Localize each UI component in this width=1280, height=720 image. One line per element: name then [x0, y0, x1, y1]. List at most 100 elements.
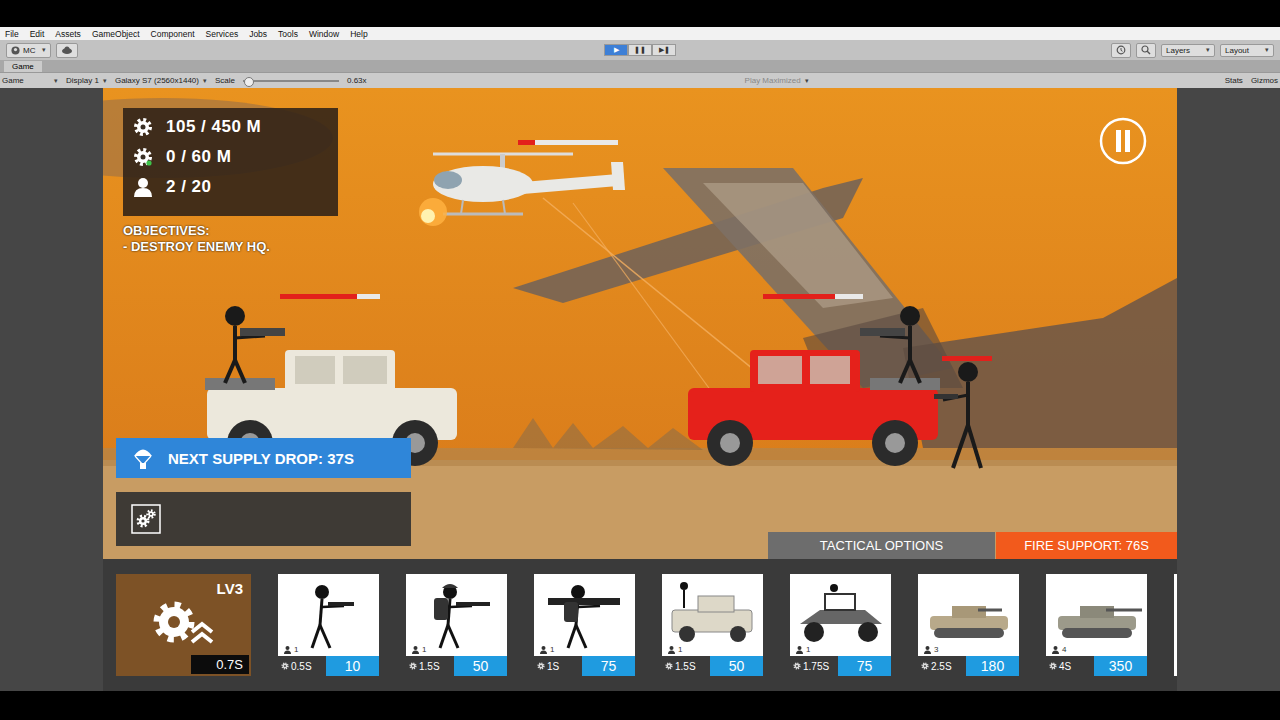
health-fill — [280, 294, 357, 299]
gizmos-toggle[interactable]: Gizmos — [1251, 76, 1278, 85]
menu-item[interactable]: Help — [350, 29, 367, 39]
unit-card[interactable]: 1 1.5S50 — [662, 574, 763, 676]
letterbox-bottom — [0, 691, 1280, 720]
account-dropdown[interactable]: MC▾ — [6, 43, 51, 58]
resolution-dropdown[interactable]: Galaxy S7 (2560x1440)▾ — [115, 76, 207, 85]
game-tab[interactable]: Game — [4, 61, 42, 72]
cloud-button[interactable] — [56, 43, 78, 58]
fire-support-button[interactable]: FIRE SUPPORT: 76S — [996, 532, 1177, 559]
soldier-unit — [933, 350, 1003, 475]
unit-build-time: 1.5S — [406, 656, 454, 676]
menu-item[interactable]: Tools — [278, 29, 298, 39]
display-dropdown[interactable]: Display 1▾ — [66, 76, 107, 85]
objectives: OBJECTIVES:- DESTROY ENEMY HQ. — [123, 223, 270, 255]
history-icon — [1116, 45, 1126, 55]
menu-item[interactable]: File — [5, 29, 19, 39]
unit-population: 4 — [1052, 645, 1066, 654]
unit-population: 1 — [668, 645, 682, 654]
scale-slider[interactable] — [243, 80, 339, 82]
unit-cost: 75 — [582, 656, 635, 676]
unit-population: 1 — [412, 645, 426, 654]
gear-icon — [133, 117, 153, 137]
heavy-icon — [406, 580, 507, 650]
unit-build-time: 1S — [534, 656, 582, 676]
unit-card[interactable]: 1 1S75 — [534, 574, 635, 676]
unit-cost: 75 — [838, 656, 891, 676]
search-button[interactable] — [1136, 43, 1156, 58]
unit-cost-strip: 0.5S10 — [278, 656, 379, 676]
person-icon — [1052, 646, 1059, 654]
toolbar: MC▾ ▶❚❚▶❚ Layers▾ Layout▾ — [0, 40, 1280, 60]
menu-item[interactable]: Jobs — [249, 29, 267, 39]
history-button[interactable] — [1111, 43, 1131, 58]
tab-row: Game — [0, 60, 1280, 72]
game-view-area: 105 / 450 M0 / 60 M2 / 20 OBJECTIVES:- DE… — [0, 88, 1280, 691]
unit-cost-strip: 1.75S75 — [790, 656, 891, 676]
jeep-icon — [670, 288, 950, 468]
search-icon — [1141, 45, 1151, 55]
pause-button[interactable] — [1099, 117, 1147, 169]
unit-population: 1 — [796, 645, 810, 654]
menu-item[interactable]: Assets — [55, 29, 81, 39]
health-fill — [942, 356, 992, 361]
person-icon — [668, 646, 675, 654]
unit-cost-strip: 4S350 — [1046, 656, 1147, 676]
unit-cost: 10 — [326, 656, 379, 676]
unit-card[interactable]: 1 1.5S50 — [406, 574, 507, 676]
unit-card[interactable]: 4 4S350 — [1046, 574, 1147, 676]
person-icon — [540, 646, 547, 654]
game-toolbar: Game▾Display 1▾Galaxy S7 (2560x1440)▾Sca… — [0, 72, 1280, 88]
menu-item[interactable]: GameObject — [92, 29, 140, 39]
pillarbox-left — [0, 88, 103, 691]
play-maximized-toggle[interactable]: Play Maximized▾ — [745, 76, 809, 85]
gear-icon — [665, 662, 673, 670]
unit-cost: 50 — [454, 656, 507, 676]
letterbox-top — [0, 0, 1280, 27]
unit-card[interactable]: 1 1.75S75 — [790, 574, 891, 676]
upgrade-card[interactable]: LV3 0.7S — [116, 574, 251, 676]
objective-item: - DESTROY ENEMY HQ. — [123, 239, 270, 255]
unit-cost-strip: 1S75 — [534, 656, 635, 676]
stats-toggle[interactable]: Stats — [1225, 76, 1243, 85]
unit-build-time: 2.5S — [918, 656, 966, 676]
pillarbox-right — [1177, 88, 1280, 691]
gear-icon — [133, 147, 153, 167]
ability-slot[interactable] — [116, 492, 411, 546]
unit-card[interactable]: 3 2.5S180 — [918, 574, 1019, 676]
play-control-button[interactable]: ▶❚ — [652, 44, 676, 56]
battlefield: 105 / 450 M0 / 60 M2 / 20 OBJECTIVES:- DE… — [103, 88, 1177, 559]
gear-icon — [281, 662, 289, 670]
soldier-icon — [933, 350, 1003, 475]
menu-item[interactable]: Component — [151, 29, 195, 39]
gear-icon — [1049, 662, 1057, 670]
upgrade-level: LV3 — [217, 580, 243, 597]
pause-icon — [1099, 117, 1147, 165]
layout-dropdown[interactable]: Layout▾ — [1220, 44, 1274, 57]
gear-icon — [537, 662, 545, 670]
unit-bar: LV30.7S1 0.5S101 1.5S501 1S751 1.5S501 1… — [103, 559, 1177, 691]
unit-card[interactable]: 1 0.5S10 — [278, 574, 379, 676]
play-controls: ▶❚❚▶❚ — [604, 44, 676, 56]
unit-cost: 50 — [710, 656, 763, 676]
menu-item[interactable]: Edit — [30, 29, 45, 39]
menu-item[interactable]: Window — [309, 29, 339, 39]
tank-icon — [1046, 580, 1147, 650]
view-dropdown[interactable]: Game▾ — [2, 76, 58, 85]
scale-knob[interactable] — [244, 77, 254, 87]
menu-item[interactable]: Services — [206, 29, 239, 39]
account-icon — [11, 46, 20, 55]
layers-dropdown[interactable]: Layers▾ — [1161, 44, 1215, 57]
person-icon — [924, 646, 931, 654]
play-control-button[interactable]: ▶ — [604, 44, 628, 56]
play-control-button[interactable]: ❚❚ — [628, 44, 652, 56]
buggy-icon — [790, 580, 891, 650]
cloud-icon — [61, 46, 73, 54]
unit-card[interactable] — [1174, 574, 1177, 676]
resource-panel: 105 / 450 M0 / 60 M2 / 20 — [123, 108, 338, 216]
unit-build-time: 1.5S — [662, 656, 710, 676]
upgrade-time: 0.7S — [191, 655, 249, 674]
game-viewport: 105 / 450 M0 / 60 M2 / 20 OBJECTIVES:- DE… — [103, 88, 1177, 691]
rocket-icon — [534, 580, 635, 650]
unit-cost-strip: 2.5S180 — [918, 656, 1019, 676]
tactical-options-button[interactable]: TACTICAL OPTIONS — [768, 532, 995, 559]
